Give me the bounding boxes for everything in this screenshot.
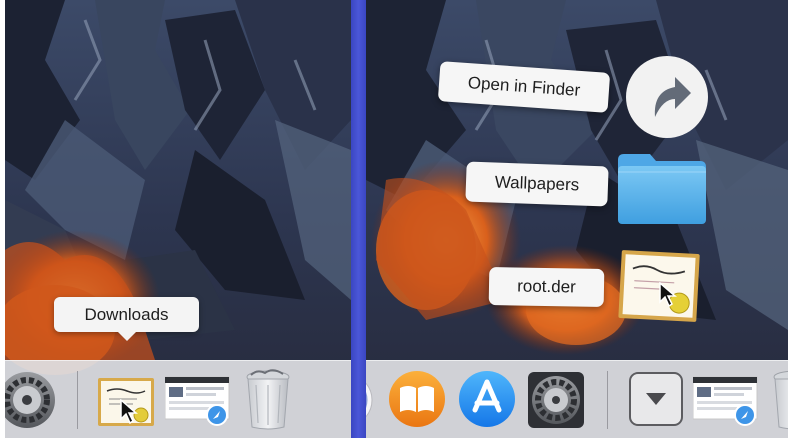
dock-separator (607, 371, 608, 429)
dock (366, 360, 788, 438)
trash-dock-icon[interactable] (770, 367, 788, 431)
dock-separator (77, 371, 78, 429)
screenshot-thumbnail-icon (165, 376, 230, 426)
left-screenshot-panel: Downloads (5, 0, 351, 438)
root-der-label[interactable]: root.der (488, 266, 605, 308)
open-in-finder-text: Open in Finder (467, 73, 581, 100)
trash-dock-icon[interactable] (243, 367, 293, 431)
screenshot-dock-icon[interactable] (693, 375, 759, 427)
root-der-text: root.der (517, 276, 576, 297)
panel-divider (351, 0, 366, 438)
gear-icon (528, 372, 584, 428)
gear-icon (5, 372, 55, 428)
screenshot-thumbnail-icon (693, 376, 758, 426)
downloads-stack-dock-icon[interactable] (97, 377, 155, 427)
mouse-cursor-icon (659, 282, 678, 308)
arrow-circle-icon (626, 56, 708, 138)
ibooks-dock-icon[interactable] (388, 370, 446, 428)
chevron-down-icon (629, 372, 683, 426)
stack-expand-button[interactable] (629, 372, 683, 426)
open-in-finder-button[interactable] (625, 55, 709, 139)
mouse-cursor-icon (120, 399, 139, 425)
folder-icon (618, 154, 706, 224)
downloads-tooltip-label: Downloads (84, 305, 169, 324)
wallpapers-text: Wallpapers (494, 172, 580, 195)
wallpapers-folder[interactable] (616, 150, 708, 226)
tooltip-pointer (117, 332, 136, 341)
book-icon (389, 371, 445, 427)
wallpapers-label[interactable]: Wallpapers (465, 161, 609, 207)
downloads-tooltip: Downloads (54, 297, 199, 341)
app-store-dock-icon[interactable] (458, 370, 516, 428)
dock (5, 360, 351, 438)
partial-app-icon (366, 382, 373, 418)
trash-icon (773, 370, 788, 430)
trash-icon (246, 369, 290, 430)
app-store-icon (459, 371, 515, 427)
screenshot-dock-icon[interactable] (165, 375, 231, 427)
system-preferences-dock-icon[interactable] (526, 370, 586, 430)
root-der-file[interactable] (618, 250, 700, 324)
system-preferences-dock-icon[interactable] (5, 370, 57, 430)
previous-dock-icon[interactable] (366, 370, 376, 430)
right-screenshot-panel: Open in Finder Wallpapers root.der (366, 0, 788, 438)
